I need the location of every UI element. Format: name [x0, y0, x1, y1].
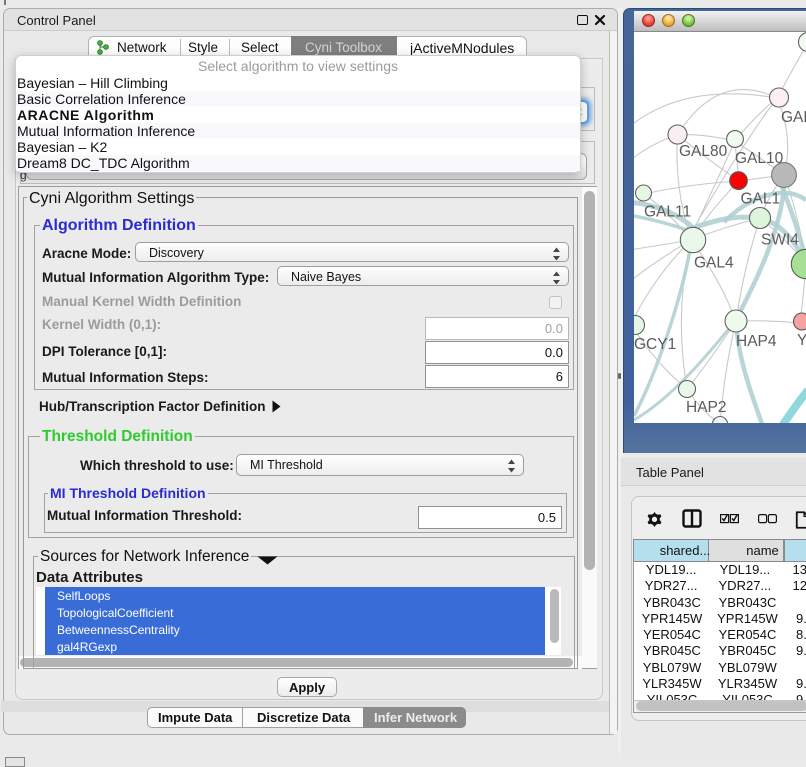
svg-text:GAL7: GAL7: [781, 109, 806, 126]
svg-text:HAP4: HAP4: [736, 333, 777, 350]
svg-text:GAL80: GAL80: [679, 143, 728, 160]
svg-text:SWI4: SWI4: [761, 232, 799, 249]
svg-text:GAL10: GAL10: [735, 150, 784, 167]
svg-text:GAL11: GAL11: [644, 204, 691, 221]
svg-text:GAL4: GAL4: [694, 255, 734, 272]
svg-text:GAL1: GAL1: [741, 191, 781, 208]
svg-text:GCY1: GCY1: [634, 336, 676, 353]
svg-text:HAP2: HAP2: [686, 399, 727, 416]
svg-text:Y: Y: [797, 332, 806, 349]
